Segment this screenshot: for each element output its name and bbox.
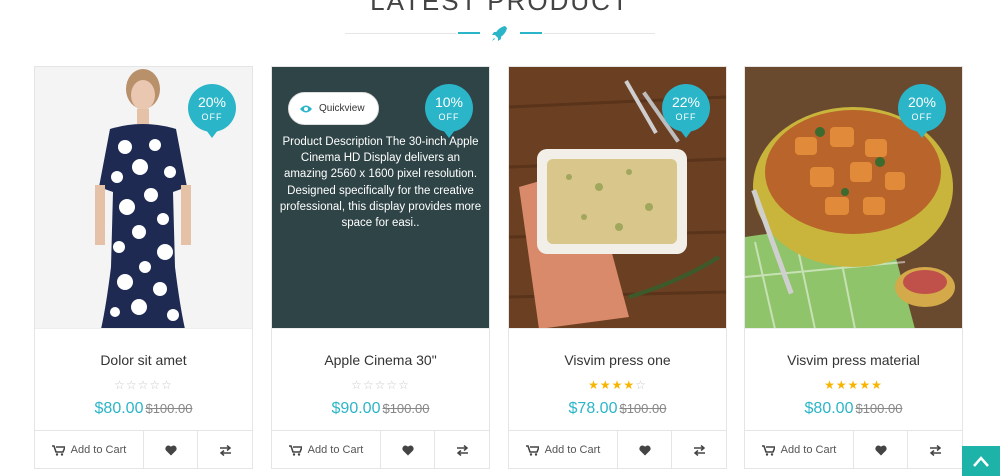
product-price: $78.00 $100.00	[568, 400, 667, 417]
rating-stars: ★★★★☆	[588, 378, 647, 392]
wishlist-button[interactable]	[618, 431, 672, 469]
eye-icon	[300, 105, 312, 112]
product-card[interactable]: Quickview Product Description The 30-inc…	[271, 66, 490, 469]
heart-icon	[164, 445, 177, 455]
rating-stars: ☆☆☆☆☆	[351, 378, 410, 392]
compare-icon	[456, 444, 468, 456]
compare-button[interactable]	[908, 431, 962, 469]
rocket-icon	[492, 26, 507, 41]
wishlist-button[interactable]	[381, 431, 435, 469]
product-price: $80.00 $100.00	[94, 400, 193, 417]
add-to-cart-button[interactable]: Add to Cart	[272, 431, 381, 469]
product-name[interactable]: Dolor sit amet	[35, 352, 252, 368]
discount-badge: 22% OFF	[662, 84, 710, 138]
add-to-cart-button[interactable]: Add to Cart	[509, 431, 618, 469]
product-card[interactable]: 20% OFF Dolor sit amet ☆☆☆☆☆ $80.00 $100.…	[34, 66, 253, 469]
product-name[interactable]: Visvim press material	[745, 352, 962, 368]
add-to-cart-button[interactable]: Add to Cart	[745, 431, 854, 469]
compare-icon	[219, 444, 231, 456]
cart-icon	[525, 444, 539, 456]
product-name[interactable]: Visvim press one	[509, 352, 726, 368]
product-price: $80.00 $100.00	[804, 400, 903, 417]
compare-icon	[929, 444, 941, 456]
discount-badge: 20% OFF	[188, 84, 236, 138]
heart-icon	[401, 445, 414, 455]
product-card[interactable]: 22% OFF Visvim press one ★★★★☆ $78.00 $10…	[508, 66, 727, 469]
compare-button[interactable]	[198, 431, 252, 469]
product-price: $90.00 $100.00	[331, 400, 430, 417]
add-to-cart-button[interactable]: Add to Cart	[35, 431, 144, 469]
cart-icon	[288, 444, 302, 456]
scroll-to-top-button[interactable]	[962, 446, 1000, 476]
discount-badge: 10% OFF	[425, 84, 473, 138]
heart-icon	[638, 445, 651, 455]
rating-stars: ☆☆☆☆☆	[114, 378, 173, 392]
cart-icon	[761, 444, 775, 456]
quickview-button[interactable]: Quickview	[288, 92, 379, 125]
wishlist-button[interactable]	[144, 431, 198, 469]
product-card[interactable]: 20% OFF Visvim press material ★★★★★ $80.…	[744, 66, 963, 469]
product-description: Product Description The 30-inch Apple Ci…	[279, 136, 482, 230]
wishlist-button[interactable]	[854, 431, 908, 469]
title-divider	[345, 20, 655, 46]
heart-icon	[874, 445, 887, 455]
product-name[interactable]: Apple Cinema 30"	[272, 352, 489, 368]
compare-icon	[693, 444, 705, 456]
rating-stars: ★★★★★	[824, 378, 883, 392]
chevron-up-icon	[973, 456, 989, 467]
compare-button[interactable]	[672, 431, 726, 469]
discount-badge: 20% OFF	[898, 84, 946, 138]
compare-button[interactable]	[435, 431, 489, 469]
cart-icon	[51, 444, 65, 456]
section-title: LATEST PRODUCT	[370, 0, 630, 16]
